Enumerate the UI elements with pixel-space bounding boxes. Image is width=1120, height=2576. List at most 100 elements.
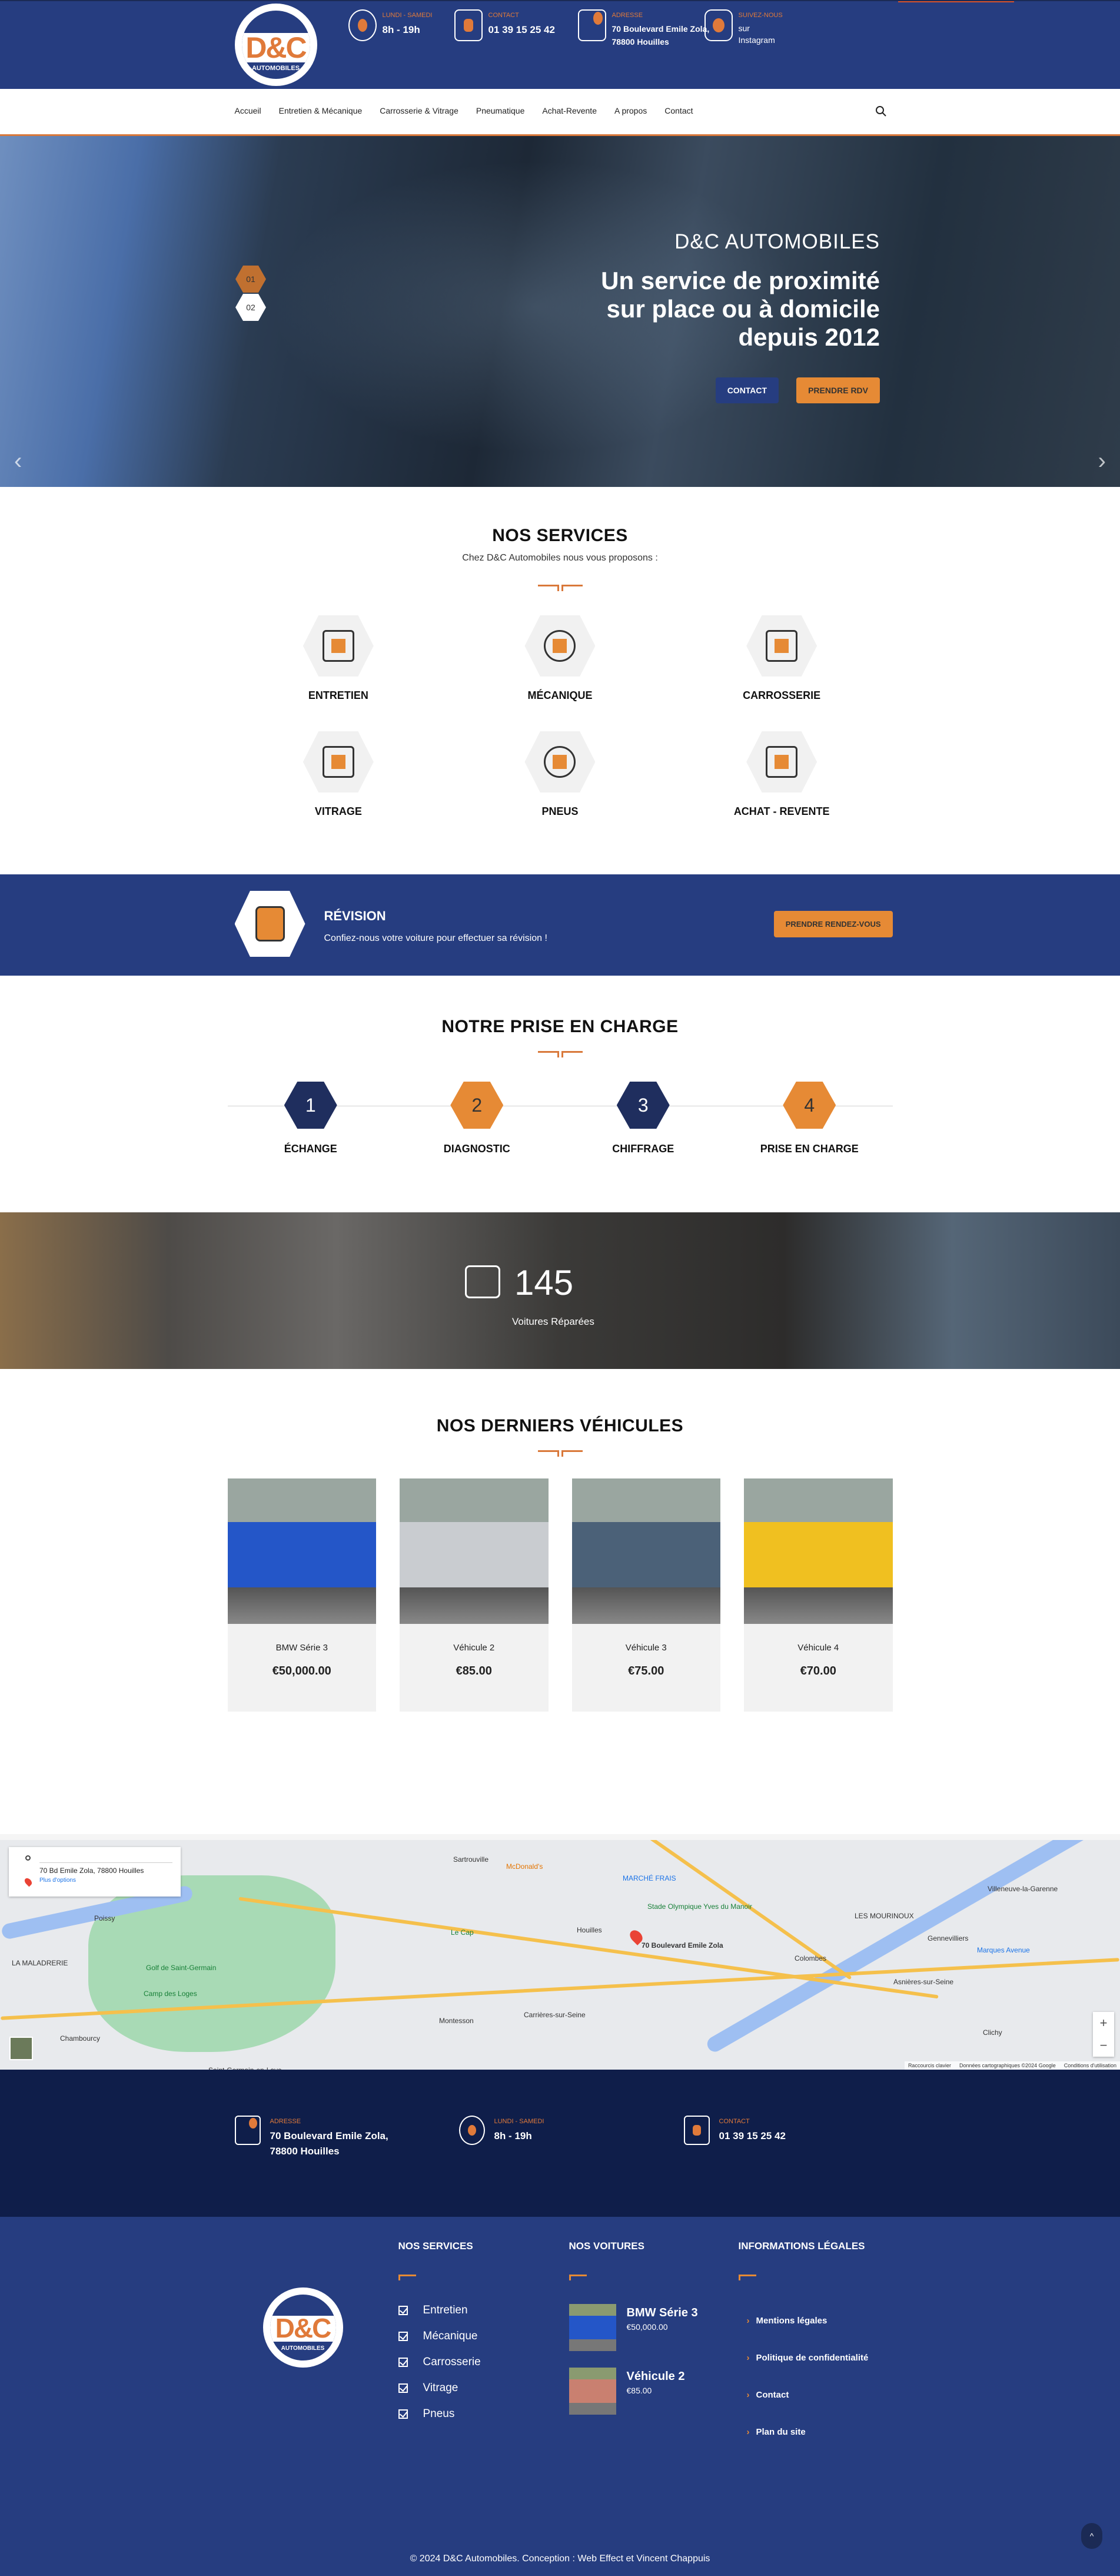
revision-title: RÉVISION: [324, 909, 386, 923]
repairs-counter: 145 Voitures Réparées: [0, 1212, 1120, 1369]
satellite-toggle[interactable]: [9, 2037, 33, 2060]
hero-headline: Un service de proximité sur place ou à d…: [601, 267, 880, 351]
services-subtitle: Chez D&C Automobiles nous vous proposons…: [462, 553, 658, 563]
section-divider: [537, 585, 583, 592]
slide-dot-2[interactable]: 02: [235, 294, 266, 321]
address-info: ADRESSE 70 Boulevard Emile Zola, 78800 Hou…: [577, 9, 709, 48]
footer-legal: INFORMATIONS LÉGALES Mentions légales Po…: [738, 2240, 869, 2464]
map-directions-card: 70 Bd Emile Zola, 78800 Houilles Plus d'…: [9, 1847, 181, 1897]
footer-car-item[interactable]: Véhicule 2 €85.00: [569, 2368, 698, 2415]
hero-contact-button[interactable]: CONTACT: [715, 377, 779, 403]
instagram-info[interactable]: SUIVEZ-NOUS sur Instagram: [704, 9, 783, 46]
counter-value: 145: [514, 1263, 574, 1302]
computer-car-icon: [766, 746, 798, 778]
site-logo[interactable]: D&C AUTOMOBILES: [234, 4, 317, 86]
service-carrosserie[interactable]: CARROSSERIE: [671, 615, 893, 702]
footer-info-bar: ADRESSE 70 Boulevard Emile Zola, 78800 Hou…: [0, 2070, 1120, 2217]
car-thumbnail[interactable]: [569, 2304, 616, 2351]
service-vitrage[interactable]: VITRAGE: [228, 731, 450, 818]
map-zoom-controls: + −: [1093, 2012, 1114, 2057]
revision-banner: RÉVISION Confiez-nous votre voiture pour…: [0, 874, 1120, 976]
copyright: © 2024 D&C Automobiles. Conception : Web…: [410, 2554, 710, 2564]
nav-item-entretien-mecanique[interactable]: Entretien & Mécanique: [279, 106, 363, 115]
legal-link-mentions[interactable]: Mentions légales: [739, 2316, 869, 2326]
clock-icon: [348, 9, 377, 41]
footer-address: ADRESSE 70 Boulevard Emile Zola, 78800 Hou…: [234, 2116, 388, 2159]
footer-service-item[interactable]: Pneus: [398, 2408, 481, 2421]
map-attribution: Raccourcis clavier Données cartographiqu…: [904, 2061, 1120, 2070]
vehicles-section: NOS DERNIERS VÉHICULES BMW Série 3 €50,00…: [0, 1369, 1120, 1834]
tires-icon: [544, 746, 576, 778]
marker-label: 70 Boulevard Emile Zola: [642, 1941, 723, 1950]
heading-accent: [738, 2275, 756, 2280]
clock-icon: [458, 2116, 485, 2145]
prev-slide-icon[interactable]: ‹: [14, 448, 22, 475]
vehicle-card[interactable]: Véhicule 3 €75.00: [571, 1478, 720, 1712]
vehicle-card[interactable]: BMW Série 3 €50,000.00: [227, 1478, 376, 1712]
vehicle-card[interactable]: Véhicule 4 €70.00: [744, 1478, 893, 1712]
accent-line: [898, 1, 1014, 2]
process-step: 2 DIAGNOSTIC: [418, 1082, 536, 1155]
vehicle-image[interactable]: [571, 1478, 720, 1624]
section-divider: [537, 1051, 583, 1058]
zoom-out-button[interactable]: −: [1093, 2034, 1114, 2057]
services-section: NOS SERVICES Chez D&C Automobiles nous v…: [0, 487, 1120, 874]
nav-item-accueil[interactable]: Accueil: [235, 106, 261, 115]
vehicle-image[interactable]: [400, 1478, 549, 1624]
process-title: NOTRE PRISE EN CHARGE: [441, 1017, 679, 1036]
checkbox-icon: [398, 2358, 408, 2367]
vehicle-image[interactable]: [744, 1478, 893, 1624]
services-title: NOS SERVICES: [492, 526, 628, 545]
book-appointment-button[interactable]: PRENDRE RENDEZ-VOUS: [773, 911, 893, 937]
car-thumbnail[interactable]: [569, 2368, 616, 2415]
hero-slider: 01 02 D&C AUTOMOBILES Un service de prox…: [0, 136, 1120, 487]
back-to-top-button[interactable]: ^: [1081, 2523, 1102, 2549]
footer-contact[interactable]: CONTACT 01 39 15 25 42: [683, 2116, 786, 2145]
hero-brand: D&C AUTOMOBILES: [674, 230, 880, 253]
footer-service-item[interactable]: Carrosserie: [398, 2356, 481, 2369]
service-mecanique[interactable]: MÉCANIQUE: [449, 615, 671, 702]
legal-link-sitemap[interactable]: Plan du site: [739, 2427, 869, 2437]
map-location-icon: [234, 2116, 261, 2145]
windshield-icon: [322, 746, 354, 778]
main-nav: Accueil Entretien & Mécanique Carrosseri…: [0, 89, 1120, 136]
support-agent-icon: [683, 2116, 710, 2145]
checkbox-icon: [398, 2409, 408, 2419]
footer-car-item[interactable]: BMW Série 3 €50,000.00: [569, 2304, 698, 2351]
more-options-link[interactable]: Plus d'options: [39, 1877, 172, 1884]
contact-info[interactable]: CONTACT 01 39 15 25 42: [454, 9, 555, 41]
footer-services: NOS SERVICES Entretien Mécanique Carross…: [398, 2240, 481, 2421]
support-agent-icon: [454, 9, 483, 41]
process-step: 4 PRISE EN CHARGE: [750, 1082, 868, 1155]
vehicle-image[interactable]: [227, 1478, 376, 1624]
service-pneus[interactable]: PNEUS: [449, 731, 671, 818]
search-icon[interactable]: [875, 105, 887, 117]
vehicle-card[interactable]: Véhicule 2 €85.00: [400, 1478, 549, 1712]
next-slide-icon[interactable]: ›: [1098, 448, 1106, 475]
footer-service-item[interactable]: Entretien: [398, 2304, 481, 2317]
nav-item-a-propos[interactable]: A propos: [614, 106, 647, 115]
footer-service-item[interactable]: Vitrage: [398, 2382, 481, 2395]
legal-link-privacy[interactable]: Politique de confidentialité: [739, 2353, 868, 2363]
hero-rdv-button[interactable]: PRENDRE RDV: [796, 377, 880, 403]
instagram-icon[interactable]: [704, 9, 733, 41]
slide-dot-1[interactable]: 01: [235, 266, 266, 293]
car-repair-icon: [766, 630, 798, 662]
vehicles-title: NOS DERNIERS VÉHICULES: [436, 1416, 684, 1435]
footer-logo[interactable]: D&C AUTOMOBILES: [262, 2287, 343, 2368]
nav-item-pneumatique[interactable]: Pneumatique: [476, 106, 525, 115]
legal-link-contact[interactable]: Contact: [739, 2390, 869, 2400]
google-map[interactable]: 70 Bd Emile Zola, 78800 Houilles Plus d'…: [0, 1834, 1120, 2070]
nav-item-achat-revente[interactable]: Achat-Revente: [542, 106, 597, 115]
footer-service-item[interactable]: Mécanique: [398, 2330, 481, 2343]
service-entretien[interactable]: ENTRETIEN: [228, 615, 450, 702]
process-step: 1 ÉCHANGE: [252, 1082, 370, 1155]
footer-cars: NOS VOITURES BMW Série 3 €50,000.00 Véhic…: [569, 2240, 698, 2431]
service-achat-revente[interactable]: ACHAT - REVENTE: [671, 731, 893, 818]
car-repair-icon: [465, 1265, 500, 1298]
process-step: 3 CHIFFRAGE: [584, 1082, 702, 1155]
process-section: NOTRE PRISE EN CHARGE 1 ÉCHANGE 2 DIAGNOST…: [0, 976, 1120, 1212]
nav-item-carrosserie-vitrage[interactable]: Carrosserie & Vitrage: [380, 106, 458, 115]
zoom-in-button[interactable]: +: [1093, 2012, 1114, 2034]
nav-item-contact[interactable]: Contact: [664, 106, 693, 115]
